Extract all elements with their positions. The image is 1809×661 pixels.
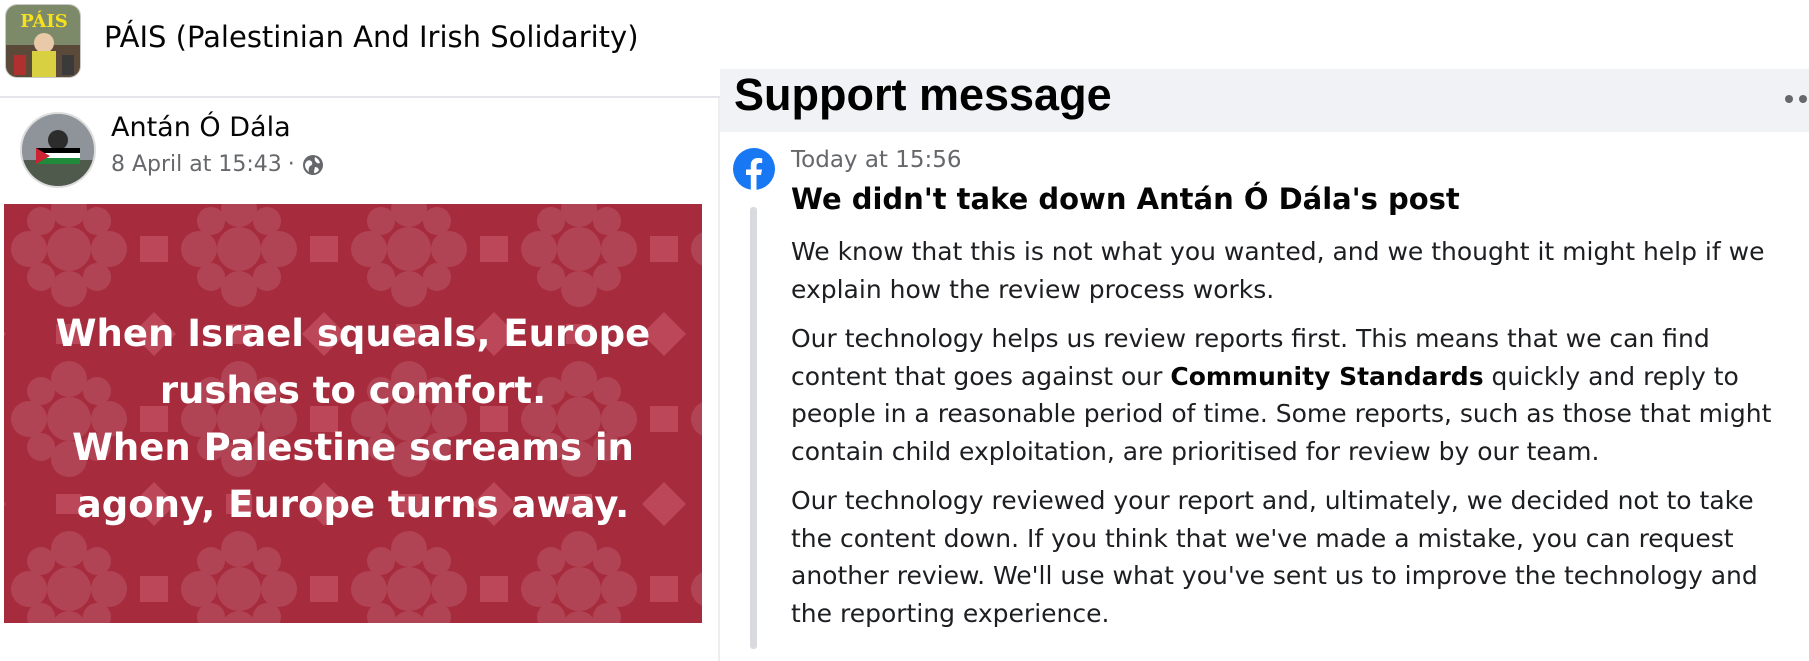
caption-line-4: agony, Europe turns away. (76, 482, 630, 526)
message-paragraph-1: We know that this is not what you wanted… (791, 237, 1765, 304)
post-image[interactable]: When Israel squeals, Europe rushes to co… (4, 204, 702, 623)
author-photo (22, 114, 94, 186)
meta-separator: · (287, 152, 295, 177)
globe-icon[interactable] (301, 153, 325, 177)
message-body: We know that this is not what you wanted… (791, 233, 1801, 644)
message-timestamp: Today at 15:56 (791, 147, 962, 173)
post-timestamp[interactable]: 8 April at 15:43 (111, 152, 282, 177)
message-headline: We didn't take down Antán Ó Dála's post (791, 182, 1460, 216)
group-avatar-text: PÁIS (20, 9, 68, 32)
caption-line-1: When Israel squeals, Europe (55, 311, 651, 355)
support-title: Support message (734, 69, 1112, 120)
facebook-logo-icon (733, 148, 775, 190)
message-paragraph-2: Our technology helps us review reports f… (791, 320, 1801, 470)
thread-line (750, 207, 757, 649)
support-header: Support message (720, 69, 1809, 132)
community-standards-link[interactable]: Community Standards (1170, 362, 1483, 391)
caption-line-3: When Palestine screams in (72, 425, 634, 469)
support-message: Today at 15:56 We didn't take down Antán… (720, 132, 1809, 661)
post-image-caption: When Israel squeals, Europe rushes to co… (4, 204, 702, 623)
caption-line-2: rushes to comfort. (159, 368, 547, 412)
post-author-name[interactable]: Antán Ó Dála (111, 112, 291, 143)
group-name[interactable]: PÁIS (Palestinian And Irish Solidarity) (104, 20, 639, 54)
post-card: Antán Ó Dála 8 April at 15:43 · When Isr… (0, 100, 720, 661)
group-avatar[interactable]: PÁIS (5, 4, 81, 78)
post-meta: 8 April at 15:43 · (111, 152, 325, 177)
more-options-icon[interactable] (1775, 91, 1809, 105)
message-paragraph-3: Our technology reviewed your report and,… (791, 486, 1758, 628)
author-avatar[interactable] (20, 112, 96, 188)
group-avatar-image: PÁIS (6, 5, 80, 77)
group-header: PÁIS PÁIS (Palestinian And Irish Solidar… (0, 0, 720, 98)
